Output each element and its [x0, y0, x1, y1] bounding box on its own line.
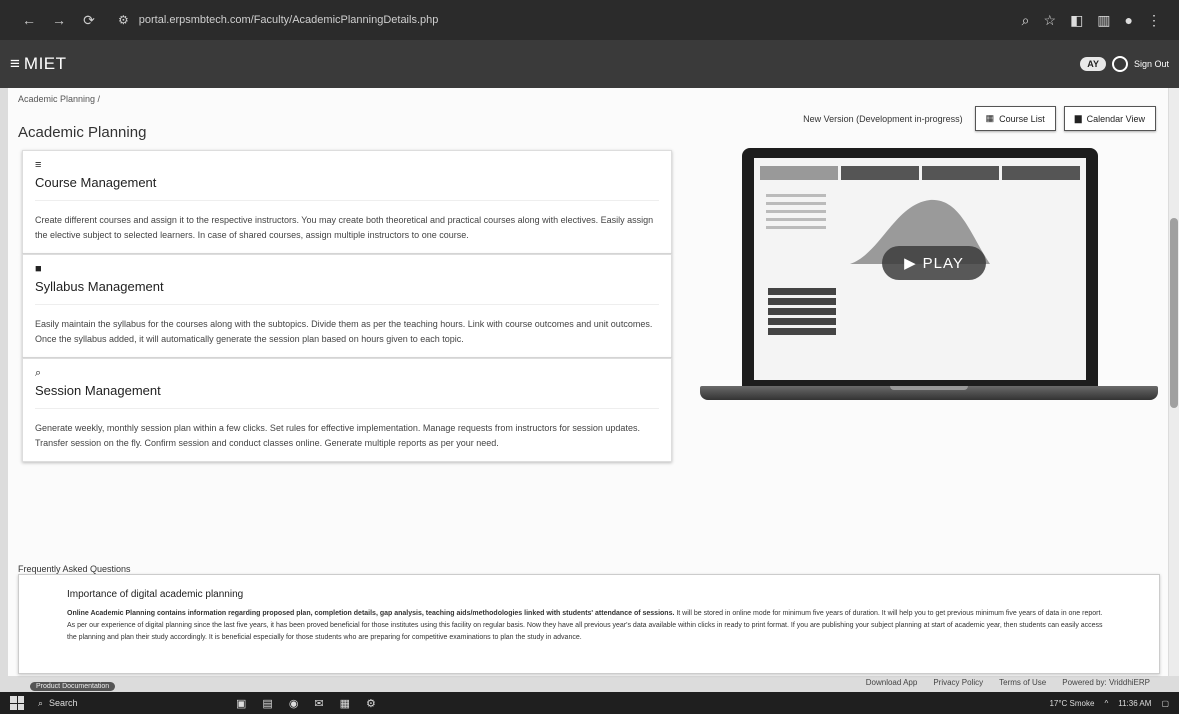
calendar-view-button[interactable]: ▆ Calendar View	[1063, 106, 1156, 131]
faq-question[interactable]: Importance of digital academic planning	[67, 589, 1111, 600]
laptop-screen: ▶ PLAY	[742, 148, 1098, 388]
forward-button[interactable]: →	[48, 12, 70, 28]
search-icon: ⌕	[38, 697, 44, 708]
privacy-link[interactable]: Privacy Policy	[933, 678, 983, 687]
task-view-icon[interactable]: ▣	[236, 697, 246, 710]
site-info-icon[interactable]: ⚙	[118, 13, 129, 27]
card-title: Course Management	[35, 175, 659, 201]
store-icon[interactable]: ▦	[340, 697, 350, 710]
course-list-button[interactable]: ▦ Course List	[974, 106, 1056, 131]
profile-icon[interactable]: ●	[1125, 12, 1133, 28]
download-app-link[interactable]: Download App	[866, 678, 918, 687]
os-taskbar: ⌕ Search ▣ ▤ ◉ ✉ ▦ ⚙ 17°C Smoke ^ 11:36 …	[0, 692, 1179, 714]
card-course-management: ≡ Course Management Create different cou…	[22, 150, 672, 254]
powered-by[interactable]: Powered by: VriddhiERP	[1062, 678, 1150, 687]
product-documentation-pill[interactable]: Product Documentation	[30, 682, 116, 691]
windows-start-icon[interactable]	[10, 696, 24, 710]
mail-icon[interactable]: ✉	[314, 697, 323, 710]
sidepanel-icon[interactable]: ▥	[1097, 12, 1110, 29]
list-icon: ▦	[985, 113, 995, 123]
menu-icon[interactable]: ⋮	[1147, 12, 1161, 29]
time-text[interactable]: 11:36 AM	[1118, 699, 1151, 708]
settings-icon[interactable]: ⚙	[366, 697, 376, 710]
top-actions: New Version (Development in-progress) ▦ …	[803, 106, 1156, 131]
faq-answer: Online Academic Planning contains inform…	[67, 608, 1111, 644]
extension-icon[interactable]: ◧	[1070, 12, 1083, 29]
dev-note: New Version (Development in-progress)	[803, 113, 963, 124]
card-description: Create different courses and assign it t…	[35, 215, 654, 240]
page-title: Academic Planning	[18, 124, 147, 141]
chevron-up-icon[interactable]: ^	[1104, 699, 1108, 708]
video-thumbnail: ▶ PLAY	[754, 158, 1086, 380]
card-title: Session Management	[35, 383, 659, 409]
file-explorer-icon[interactable]: ▤	[262, 697, 272, 710]
notification-icon[interactable]: ▢	[1161, 699, 1169, 708]
address-bar[interactable]: ⚙ portal.erpsmbtech.com/Faculty/Academic…	[118, 13, 438, 27]
taskbar-search[interactable]: ⌕ Search	[38, 698, 188, 709]
card-syllabus-management: ■ Syllabus Management Easily maintain th…	[22, 254, 672, 358]
thumbnail-bars	[768, 288, 836, 338]
play-button[interactable]: ▶ PLAY	[882, 246, 986, 280]
main-content: Academic Planning / Academic Planning Ne…	[8, 88, 1168, 687]
play-icon: ▶	[904, 255, 917, 272]
play-label: PLAY	[922, 254, 964, 272]
faq-answer-bold: Online Academic Planning contains inform…	[67, 610, 675, 617]
scroll-thumb[interactable]	[1170, 218, 1178, 408]
calendar-view-label: Calendar View	[1086, 113, 1145, 124]
star-icon[interactable]: ☆	[1044, 12, 1057, 29]
system-tray: 17°C Smoke ^ 11:36 AM ▢	[1049, 699, 1169, 708]
faq-panel: Importance of digital academic planning …	[18, 574, 1160, 674]
hamburger-icon[interactable]: ≡	[10, 54, 20, 74]
weather-text[interactable]: 17°C Smoke	[1049, 699, 1094, 708]
book-icon: ■	[35, 263, 42, 275]
session-icon: ⌕	[35, 367, 42, 379]
laptop-notch	[890, 386, 968, 390]
academic-year-badge[interactable]: AY	[1080, 57, 1106, 71]
feature-cards: ≡ Course Management Create different cou…	[22, 150, 672, 462]
card-description: Generate weekly, monthly session plan wi…	[35, 423, 640, 448]
faq-heading: Frequently Asked Questions	[18, 564, 131, 574]
terms-link[interactable]: Terms of Use	[999, 678, 1046, 687]
breadcrumb[interactable]: Academic Planning /	[18, 94, 100, 104]
scrollbar[interactable]	[1169, 88, 1179, 676]
brand-title: MIET	[23, 54, 67, 73]
chrome-icon[interactable]: ◉	[289, 697, 299, 710]
course-list-label: Course List	[999, 113, 1045, 124]
browser-toolbar: ← → ⟳ ⚙ portal.erpsmbtech.com/Faculty/Ac…	[0, 0, 1179, 40]
taskbar-apps: ▣ ▤ ◉ ✉ ▦ ⚙	[236, 697, 376, 710]
thumbnail-nav	[760, 166, 1080, 180]
signout-link[interactable]: Sign Out	[1134, 59, 1169, 69]
reload-button[interactable]: ⟳	[78, 12, 100, 29]
calendar-icon: ▆	[1074, 113, 1082, 123]
demo-video[interactable]: ▶ PLAY	[700, 148, 1158, 406]
card-title: Syllabus Management	[35, 279, 659, 305]
list-icon: ≡	[35, 159, 42, 171]
card-session-management: ⌕ Session Management Generate weekly, mo…	[22, 358, 672, 462]
footer-links: Download App Privacy Policy Terms of Use…	[866, 678, 1150, 687]
app-header: ≡ MIET AY Sign Out	[0, 40, 1179, 88]
back-button[interactable]: ←	[18, 12, 40, 28]
taskbar-search-label: Search	[49, 698, 78, 708]
url-text: portal.erpsmbtech.com/Faculty/AcademicPl…	[138, 14, 439, 26]
search-icon[interactable]: ⌕	[1022, 12, 1030, 29]
user-icon[interactable]	[1111, 56, 1128, 72]
thumbnail-text	[766, 194, 826, 234]
card-description: Easily maintain the syllabus for the cou…	[35, 319, 653, 344]
